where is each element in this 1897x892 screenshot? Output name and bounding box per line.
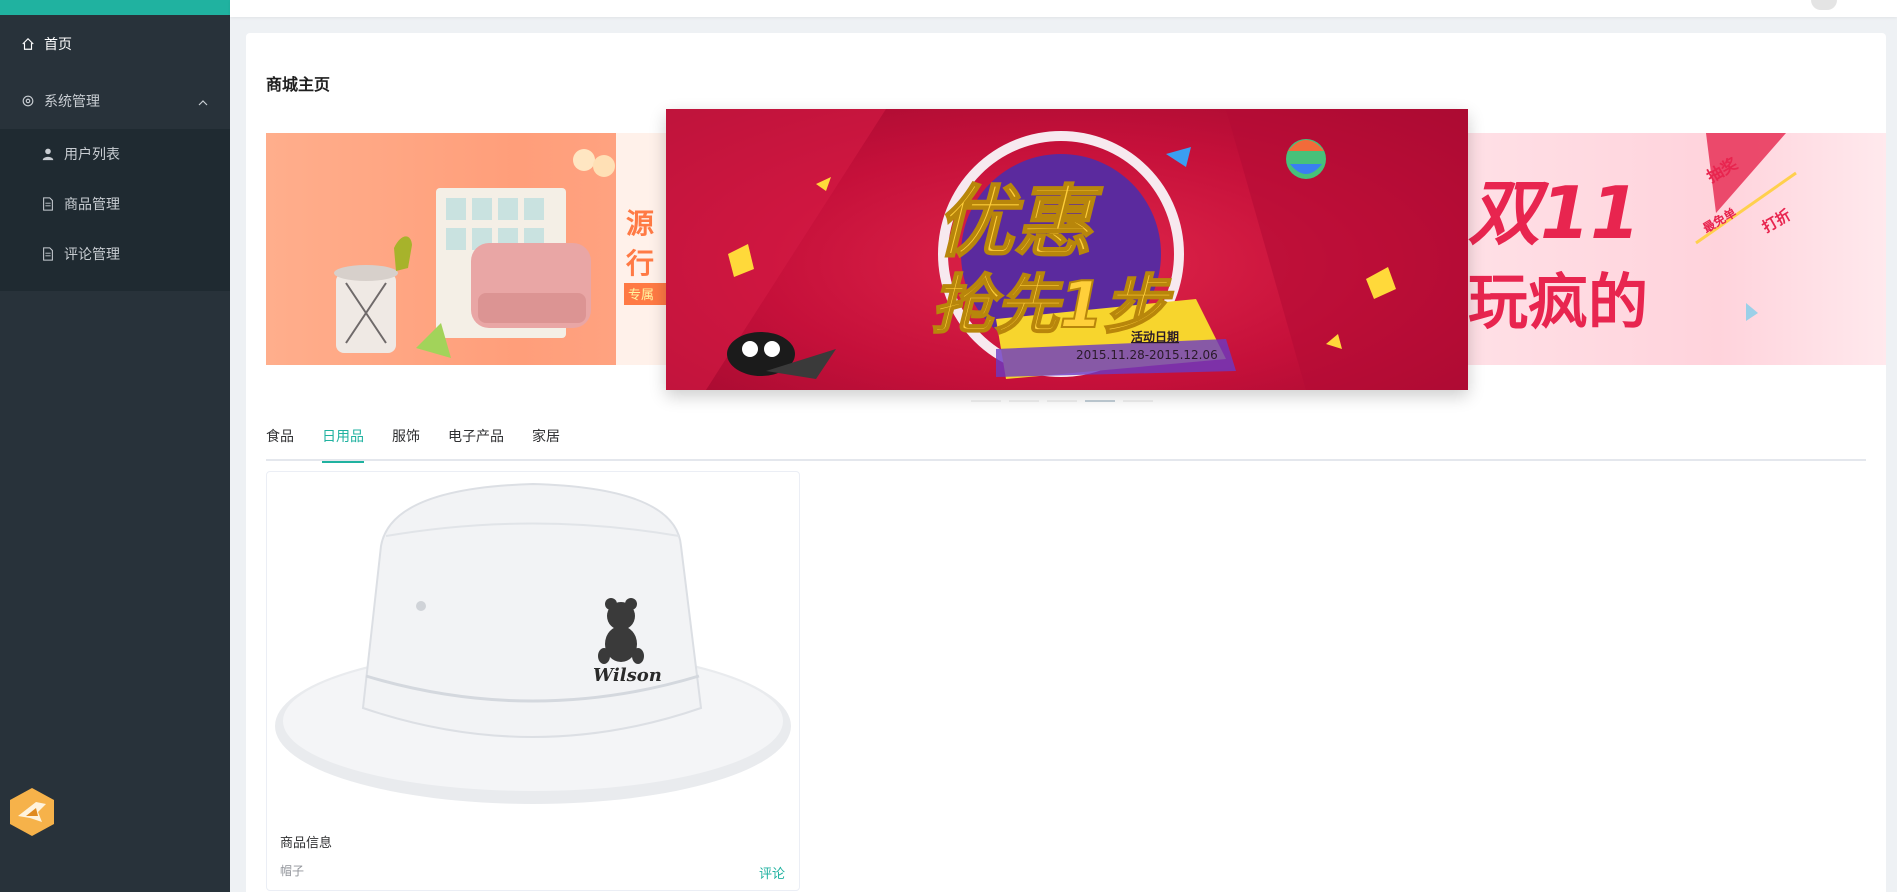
right-slide-subheadline: 玩疯的	[1468, 268, 1648, 338]
left-slide-text: 源	[626, 207, 654, 240]
user-icon	[40, 146, 56, 162]
hat-brand-text: Wilson	[593, 665, 662, 686]
sidebar-group-label: 系统管理	[44, 94, 100, 110]
document-icon	[40, 196, 56, 212]
main-card: 商城主页 源 行 专属 双11 玩疯的 抽奖 最免单 打折 优惠 抢先1步 活动…	[246, 33, 1886, 892]
product-title: 商品信息	[280, 836, 333, 851]
home-icon	[20, 36, 36, 52]
sidebar-item-label: 商品管理	[64, 197, 120, 213]
tab-daily-goods[interactable]: 日用品	[322, 425, 364, 463]
sidebar-item-home[interactable]: 首页	[0, 15, 230, 73]
sidebar-brand-bar	[0, 0, 230, 15]
sidebar: 首页 系统管理 用户列表 商品管理 评论管理	[0, 0, 230, 892]
sidebar-submenu: 用户列表 商品管理 评论管理	[0, 129, 230, 291]
document-icon	[40, 246, 56, 262]
double-11-banner-image: 双11 玩疯的 抽奖 最免单 打折	[1468, 133, 1797, 338]
product-name: 帽子	[280, 864, 305, 878]
sidebar-item-user-list[interactable]: 用户列表	[0, 129, 230, 179]
carousel-slide-active[interactable]: 优惠 抢先1步 活动日期 2015.11.28-2015.12.06	[666, 109, 1468, 390]
page-title: 商城主页	[266, 75, 331, 94]
sidebar-group-system[interactable]: 系统管理	[0, 73, 230, 129]
sidebar-item-label: 评论管理	[64, 247, 120, 263]
carousel-slide-right[interactable]: 双11 玩疯的 抽奖 最免单 打折	[1466, 133, 1886, 365]
sidebar-item-label: 首页	[44, 37, 72, 53]
product-image: Wilson	[275, 482, 791, 804]
carousel-indicator[interactable]	[971, 400, 1001, 402]
svg-text:最免单: 最免单	[1700, 205, 1739, 236]
carousel-indicators	[971, 400, 1153, 402]
sidebar-item-product-management[interactable]: 商品管理	[0, 179, 230, 229]
comment-link[interactable]: 评论	[759, 863, 785, 882]
tab-clothing[interactable]: 服饰	[392, 425, 420, 461]
tab-electronics[interactable]: 电子产品	[448, 425, 504, 461]
gear-icon	[20, 93, 36, 109]
bird-logo-icon[interactable]	[6, 786, 58, 838]
event-dates: 2015.11.28-2015.12.06	[1076, 348, 1218, 362]
avatar[interactable]	[1811, 0, 1837, 10]
carousel-indicator[interactable]	[1123, 400, 1153, 402]
right-slide-headline: 双11	[1468, 171, 1640, 255]
tab-food[interactable]: 食品	[266, 425, 294, 461]
discount-banner-image: 优惠 抢先1步 活动日期 2015.11.28-2015.12.06	[666, 109, 1468, 390]
svg-text:专属: 专属	[628, 288, 654, 303]
carousel-indicator[interactable]	[1009, 400, 1039, 402]
svg-text:打折: 打折	[1759, 206, 1794, 237]
product-card[interactable]: Wilson 商品信息 帽子 评论	[266, 471, 800, 891]
carousel-indicator-active[interactable]	[1085, 400, 1115, 402]
sidebar-item-label: 用户列表	[64, 147, 120, 163]
furniture-banner-image: 源 行 专属	[334, 133, 686, 365]
category-tabs: 食品 日用品 服饰 电子产品 家居	[266, 425, 1866, 463]
sidebar-item-comment-management[interactable]: 评论管理	[0, 229, 230, 279]
tab-home[interactable]: 家居	[532, 425, 560, 461]
carousel-indicator[interactable]	[1047, 400, 1077, 402]
carousel-slide-left[interactable]: 源 行 专属	[266, 133, 686, 365]
top-bar	[230, 0, 1897, 17]
chevron-up-icon	[198, 96, 208, 106]
svg-text:行: 行	[625, 247, 654, 280]
event-label: 活动日期	[1131, 329, 1179, 344]
banner-headline: 优惠	[936, 178, 1103, 268]
